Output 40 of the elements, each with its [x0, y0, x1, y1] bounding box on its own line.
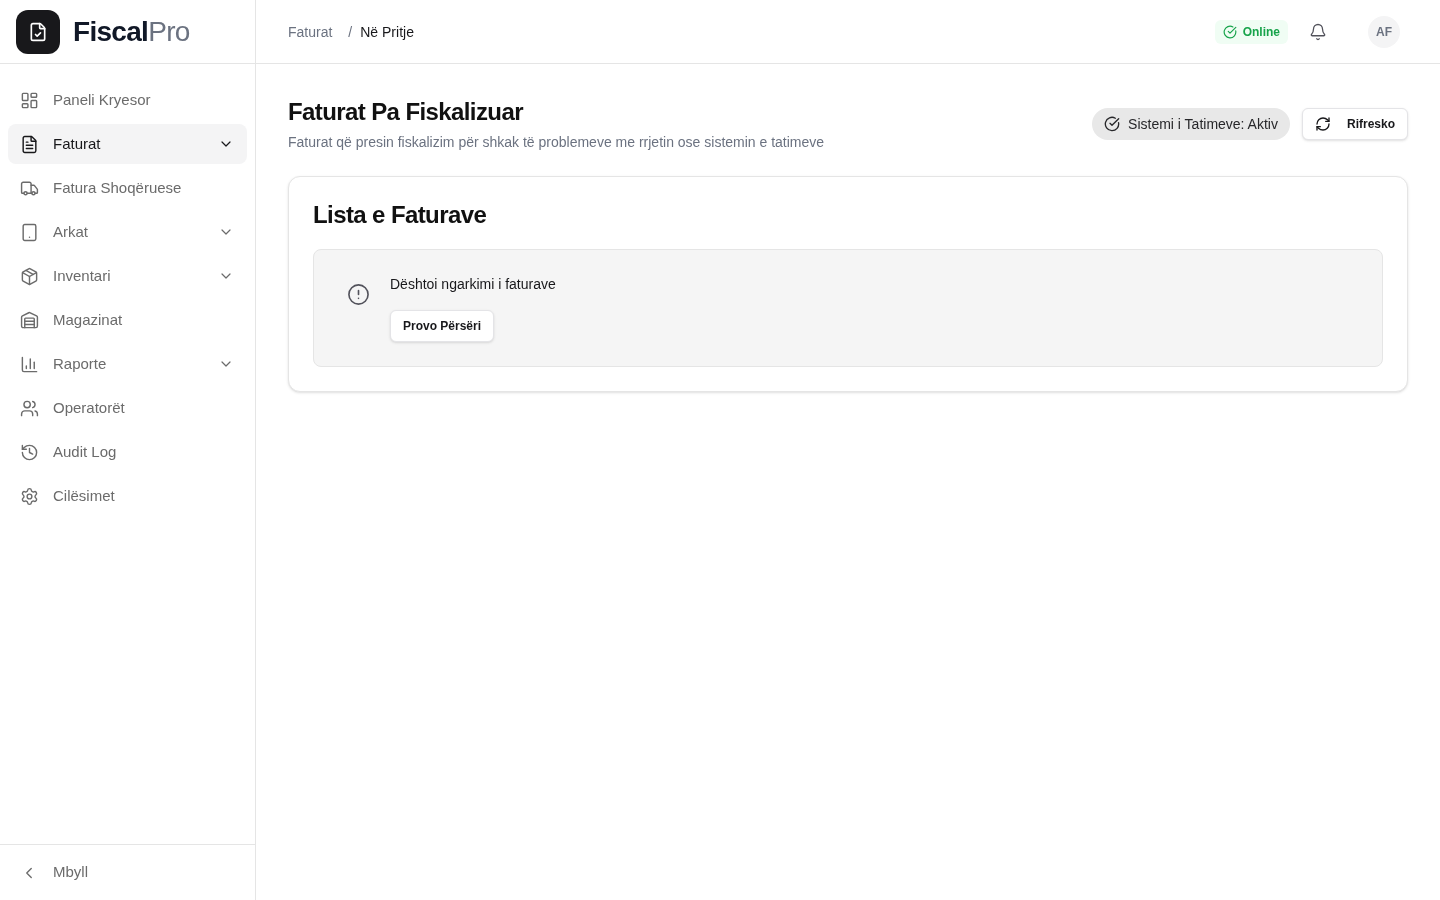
- truck-icon: [20, 178, 39, 198]
- check-circle-icon: [1222, 24, 1237, 39]
- sidebar-item[interactable]: Audit Log: [8, 432, 247, 472]
- breadcrumb-separator: /: [348, 22, 353, 42]
- warehouse-icon: [20, 310, 39, 330]
- sidebar-item[interactable]: Inventari: [8, 256, 247, 296]
- card-title: Lista e Faturave: [313, 201, 488, 229]
- breadcrumb-current: Në Pritje: [360, 22, 414, 42]
- breadcrumb-link[interactable]: Faturat: [288, 21, 333, 42]
- tax-system-status: Sistemi i Tatimeve: Aktiv: [1092, 108, 1290, 140]
- sidebar-item[interactable]: Magazinat: [8, 300, 247, 340]
- check-circle-icon: [1104, 116, 1121, 132]
- document-icon: [20, 134, 39, 154]
- bell-icon: [1309, 22, 1327, 41]
- page-subtitle: Faturat që presin fiskalizim për shkak të problemeve me rrjetin ose sistemin e tatimeve: [288, 133, 825, 152]
- sidebar-item[interactable]: Operatorët: [8, 388, 247, 428]
- settings-icon: [20, 486, 39, 506]
- bar-chart-icon: [20, 354, 39, 374]
- refresh-button[interactable]: Rifresko: [1301, 108, 1408, 140]
- error-message: Dështoi ngarkimi i faturave: [390, 275, 556, 294]
- sidebar-item[interactable]: Faturat: [8, 124, 247, 164]
- logo-icon: [16, 9, 60, 54]
- history-icon: [20, 442, 39, 462]
- collapse-button[interactable]: Mbyll: [8, 852, 100, 893]
- page-title: Faturat Pa Fiskalizuar: [288, 97, 525, 127]
- refresh-icon: [1314, 116, 1331, 132]
- brand-name: FiscalPro: [73, 15, 190, 48]
- user-avatar[interactable]: AF: [1368, 15, 1400, 48]
- sidebar-item[interactable]: Raporte: [8, 344, 247, 384]
- online-status-badge: Online: [1214, 19, 1288, 44]
- alert-icon: [347, 283, 370, 306]
- retry-button[interactable]: Provo Përsëri: [390, 310, 495, 342]
- users-icon: [20, 398, 39, 418]
- sidebar-item[interactable]: Paneli Kryesor: [8, 80, 247, 120]
- box-icon: [20, 266, 39, 286]
- sidebar-item[interactable]: Cilësimet: [8, 476, 247, 516]
- sidebar-item[interactable]: Arkat: [8, 212, 247, 252]
- dashboard-icon: [20, 90, 39, 110]
- sidebar-item[interactable]: Fatura Shoqëruese: [8, 168, 247, 208]
- tablet-icon: [20, 222, 39, 242]
